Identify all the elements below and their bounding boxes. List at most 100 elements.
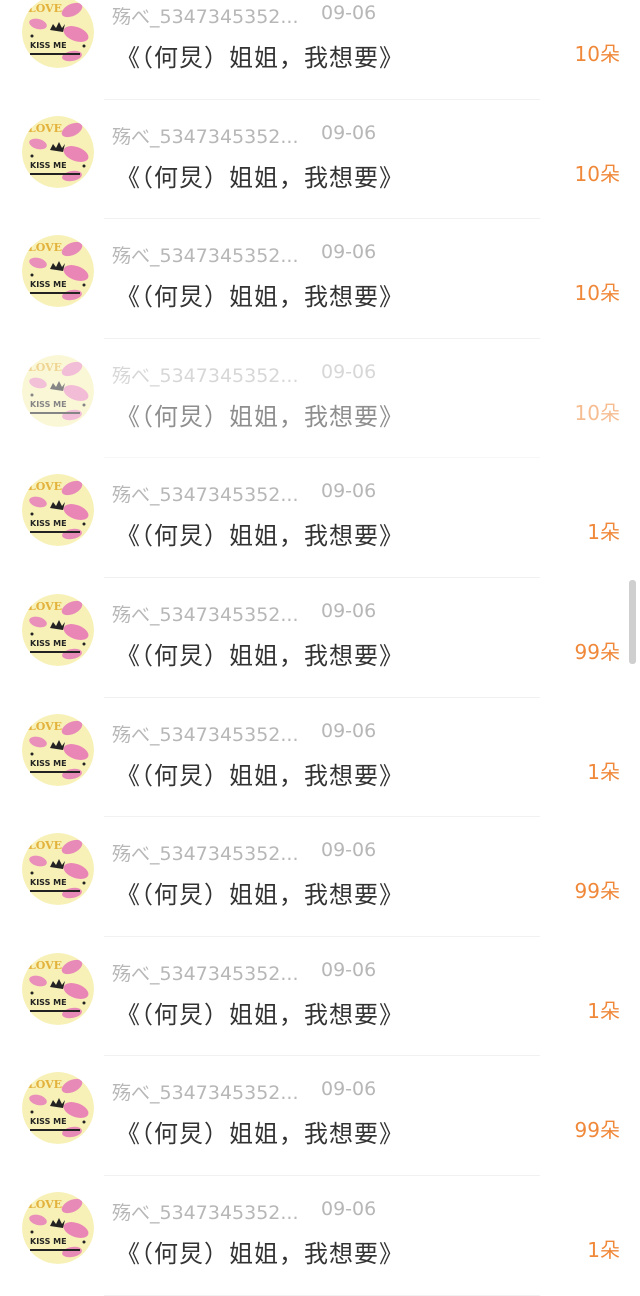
message-text: 《（何炅）姐姐，我想要》 xyxy=(116,1239,404,1268)
avatar-logo-text: LOVE xyxy=(28,1078,62,1091)
list-item[interactable]: LOVE KISS ME 殇べ_5347345352... 09-06 《（何炅… xyxy=(0,698,640,818)
username[interactable]: 殇べ_5347345352... xyxy=(112,963,299,985)
username[interactable]: 殇べ_5347345352... xyxy=(112,484,299,506)
username[interactable]: 殇べ_5347345352... xyxy=(112,1082,299,1104)
avatar[interactable]: LOVE KISS ME xyxy=(22,1191,94,1264)
message-text: 《（何炅）姐姐，我想要》 xyxy=(116,402,404,431)
timestamp: 09-06 xyxy=(321,839,377,862)
avatar[interactable]: LOVE KISS ME xyxy=(22,952,94,1025)
list-item[interactable]: LOVE KISS ME 殇べ_5347345352... 09-06 《（何炅… xyxy=(0,817,640,937)
avatar[interactable]: LOVE KISS ME xyxy=(22,833,94,906)
timestamp: 09-06 xyxy=(321,1197,377,1220)
message-text: 《（何炅）姐姐，我想要》 xyxy=(116,522,404,551)
avatar-caption-text: KISS ME xyxy=(30,1237,67,1246)
avatar-logo-text: LOVE xyxy=(28,600,62,613)
gift-count: 99朵 xyxy=(574,879,620,904)
username[interactable]: 殇べ_5347345352... xyxy=(112,126,299,148)
avatar-logo-text: LOVE xyxy=(28,1198,62,1211)
row-meta: 殇べ_5347345352... 09-06 xyxy=(112,839,376,866)
avatar-image: LOVE KISS ME xyxy=(22,593,94,666)
username[interactable]: 殇べ_5347345352... xyxy=(112,843,299,865)
row-meta: 殇べ_5347345352... 09-06 xyxy=(112,122,376,149)
timestamp: 09-06 xyxy=(321,1078,377,1101)
avatar-logo-text: LOVE xyxy=(28,839,62,852)
timestamp: 09-06 xyxy=(321,480,377,503)
scrollbar[interactable] xyxy=(629,580,636,664)
avatar[interactable]: LOVE KISS ME xyxy=(22,713,94,786)
avatar-image: LOVE KISS ME xyxy=(22,833,94,906)
avatar-caption-text: KISS ME xyxy=(30,280,67,289)
username[interactable]: 殇べ_5347345352... xyxy=(112,1202,299,1224)
gift-count: 1朵 xyxy=(587,1237,620,1262)
list-item[interactable]: LOVE KISS ME 殇べ_5347345352... 09-06 《（何炅… xyxy=(0,0,640,100)
avatar-image: LOVE KISS ME xyxy=(22,235,94,308)
avatar[interactable]: LOVE KISS ME xyxy=(22,1072,94,1145)
avatar-caption-text: KISS ME xyxy=(30,878,67,887)
avatar-caption-text: KISS ME xyxy=(30,41,67,50)
row-meta: 殇べ_5347345352... 09-06 xyxy=(112,959,376,986)
username[interactable]: 殇べ_5347345352... xyxy=(112,365,299,387)
list-item[interactable]: LOVE KISS ME 殇べ_5347345352... 09-06 《（何炅… xyxy=(0,937,640,1057)
avatar-image: LOVE KISS ME xyxy=(22,1191,94,1264)
username[interactable]: 殇べ_5347345352... xyxy=(112,724,299,746)
avatar-logo-text: LOVE xyxy=(28,480,62,493)
gift-message-list: LOVE KISS ME 殇べ_5347345352... 09-06 《（何炅… xyxy=(0,0,640,1296)
username[interactable]: 殇べ_5347345352... xyxy=(112,6,299,28)
list-item[interactable]: LOVE KISS ME 殇べ_5347345352... 09-06 《（何炅… xyxy=(0,578,640,698)
username[interactable]: 殇べ_5347345352... xyxy=(112,245,299,267)
avatar[interactable]: LOVE KISS ME xyxy=(22,0,94,68)
list-item[interactable]: LOVE KISS ME 殇べ_5347345352... 09-06 《（何炅… xyxy=(0,1176,640,1296)
list-item[interactable]: LOVE KISS ME 殇べ_5347345352... 09-06 《（何炅… xyxy=(0,100,640,220)
row-meta: 殇べ_5347345352... 09-06 xyxy=(112,600,376,627)
list-item[interactable]: LOVE KISS ME 殇べ_5347345352... 09-06 《（何炅… xyxy=(0,219,640,339)
avatar-logo-text: LOVE xyxy=(28,361,62,374)
message-text: 《（何炅）姐姐，我想要》 xyxy=(116,44,404,72)
timestamp: 09-06 xyxy=(321,719,377,742)
avatar-image: LOVE KISS ME xyxy=(22,115,94,188)
avatar-caption-text: KISS ME xyxy=(30,400,67,409)
gift-count: 10朵 xyxy=(574,161,620,186)
avatar-caption-text: KISS ME xyxy=(30,998,67,1007)
divider xyxy=(104,1294,540,1296)
timestamp: 09-06 xyxy=(321,2,377,24)
row-meta: 殇べ_5347345352... 09-06 xyxy=(112,241,376,268)
message-text: 《（何炅）姐姐，我想要》 xyxy=(116,881,404,910)
avatar-logo-text: LOVE xyxy=(28,2,62,15)
avatar[interactable]: LOVE KISS ME xyxy=(22,354,94,427)
row-meta: 殇べ_5347345352... 09-06 xyxy=(112,1078,376,1105)
message-text: 《（何炅）姐姐，我想要》 xyxy=(116,761,404,790)
avatar-caption-text: KISS ME xyxy=(30,759,67,768)
message-text: 《（何炅）姐姐，我想要》 xyxy=(116,1120,404,1149)
avatar-caption-text: KISS ME xyxy=(30,161,67,170)
gift-count: 1朵 xyxy=(587,759,620,784)
gift-count: 99朵 xyxy=(574,1118,620,1143)
row-meta: 殇べ_5347345352... 09-06 xyxy=(112,2,376,29)
avatar-image: LOVE KISS ME xyxy=(22,354,94,427)
gift-count: 10朵 xyxy=(574,400,620,425)
message-text: 《（何炅）姐姐，我想要》 xyxy=(116,283,404,312)
avatar-logo-text: LOVE xyxy=(28,720,62,733)
list-item[interactable]: LOVE KISS ME 殇べ_5347345352... 09-06 《（何炅… xyxy=(0,1056,640,1176)
row-meta: 殇べ_5347345352... 09-06 xyxy=(112,480,376,507)
gift-count: 10朵 xyxy=(574,281,620,306)
avatar-image: LOVE KISS ME xyxy=(22,713,94,786)
gift-count: 10朵 xyxy=(574,42,620,66)
username[interactable]: 殇べ_5347345352... xyxy=(112,604,299,626)
avatar-image: LOVE KISS ME xyxy=(22,1072,94,1145)
avatar[interactable]: LOVE KISS ME xyxy=(22,115,94,188)
message-text: 《（何炅）姐姐，我想要》 xyxy=(116,641,404,670)
row-meta: 殇べ_5347345352... 09-06 xyxy=(112,361,376,388)
avatar[interactable]: LOVE KISS ME xyxy=(22,474,94,547)
gift-count: 99朵 xyxy=(574,639,620,664)
avatar-caption-text: KISS ME xyxy=(30,1117,67,1126)
avatar-logo-text: LOVE xyxy=(28,959,62,972)
avatar[interactable]: LOVE KISS ME xyxy=(22,593,94,666)
message-text: 《（何炅）姐姐，我想要》 xyxy=(116,163,404,192)
avatar-image: LOVE KISS ME xyxy=(22,474,94,547)
avatar[interactable]: LOVE KISS ME xyxy=(22,235,94,308)
avatar-image: LOVE KISS ME xyxy=(22,0,94,68)
list-item[interactable]: LOVE KISS ME 殇べ_5347345352... 09-06 《（何炅… xyxy=(0,458,640,578)
timestamp: 09-06 xyxy=(321,958,377,981)
avatar-image: LOVE KISS ME xyxy=(22,952,94,1025)
list-item[interactable]: LOVE KISS ME 殇べ_5347345352... 09-06 《（何炅… xyxy=(0,339,640,459)
